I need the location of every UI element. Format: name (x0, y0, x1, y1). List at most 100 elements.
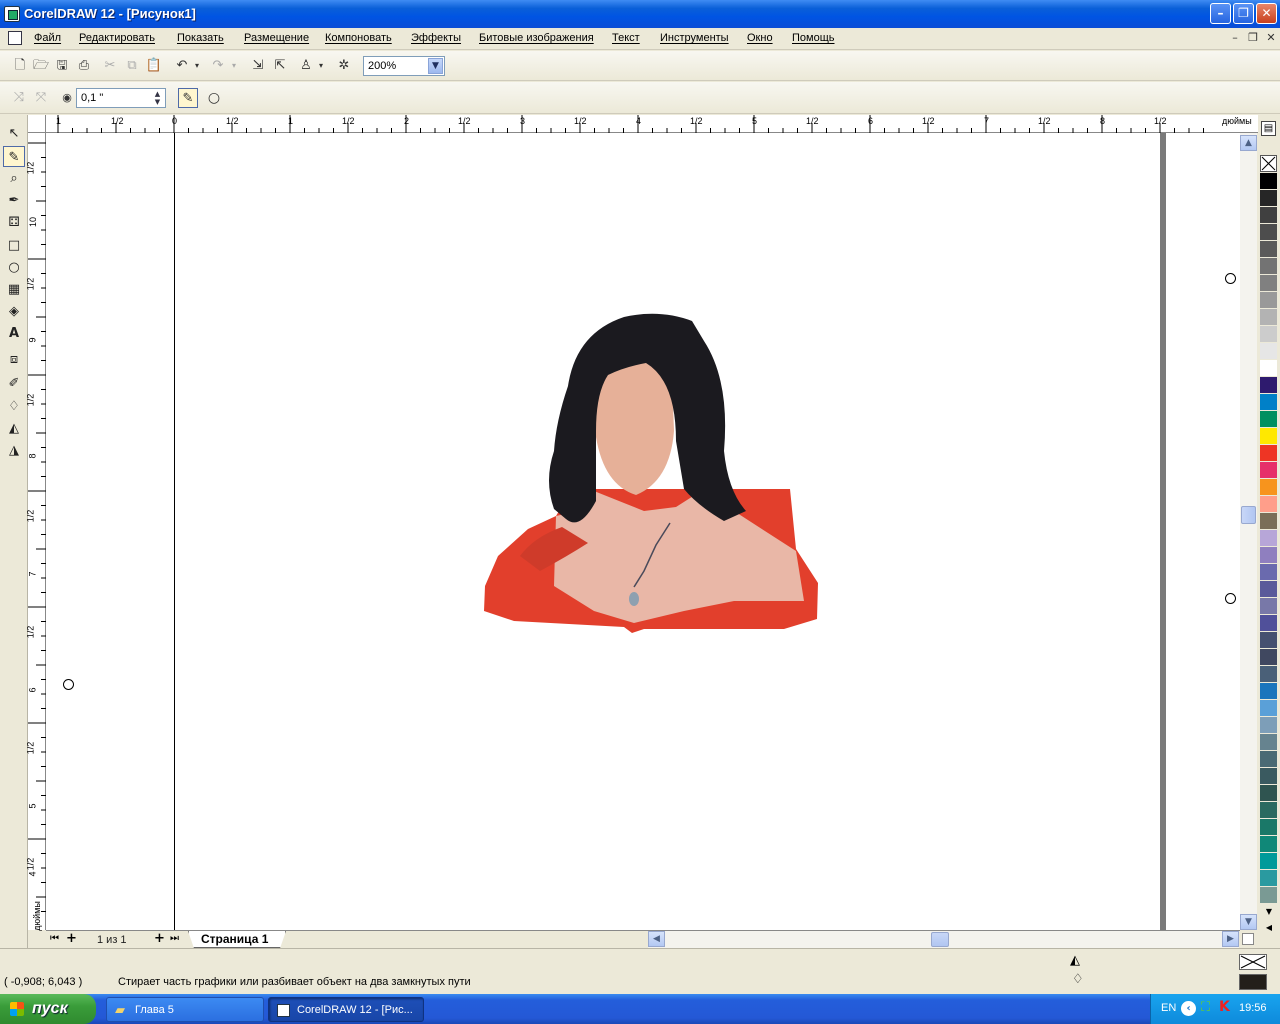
color-swatch[interactable] (1260, 564, 1277, 581)
menu-tools[interactable]: Инструменты (660, 32, 729, 44)
horizontal-ruler[interactable]: 1 1/2 0 1/2 1 1/2 2 1/2 3 1/2 4 1/2 5 1/… (46, 115, 1258, 133)
color-swatch[interactable] (1260, 734, 1277, 751)
color-swatch[interactable] (1260, 411, 1277, 428)
color-swatch[interactable] (1260, 207, 1277, 224)
color-swatch[interactable] (1260, 258, 1277, 275)
vertical-ruler[interactable]: 1/2 10 1/2 9 1/2 8 1/2 7 1/2 6 1/2 5 1/2… (25, 133, 46, 931)
color-swatch[interactable] (1260, 802, 1277, 819)
color-swatch[interactable] (1260, 853, 1277, 870)
print-icon[interactable]: ⎙ (74, 56, 94, 76)
color-swatch[interactable] (1260, 479, 1277, 496)
paste-icon[interactable]: 📋 (144, 56, 164, 76)
menu-edit[interactable]: Редактировать (79, 32, 155, 44)
color-swatch[interactable] (1260, 785, 1277, 802)
color-swatch[interactable] (1260, 360, 1277, 377)
color-swatch[interactable] (1260, 768, 1277, 785)
color-swatch[interactable] (1260, 649, 1277, 666)
vertical-scrollbar[interactable]: ▲ ▼ (1240, 133, 1257, 930)
doc-minimize-icon[interactable]: – (1228, 31, 1242, 45)
redo-dropdown-icon[interactable]: ▾ (229, 56, 239, 76)
tray-expand-icon[interactable]: ‹ (1181, 1001, 1196, 1016)
menu-effects[interactable]: Эффекты (411, 32, 461, 44)
close-button[interactable]: ✕ (1256, 3, 1277, 24)
menu-help[interactable]: Помощь (792, 32, 835, 44)
color-swatch[interactable] (1260, 836, 1277, 853)
erase-mode-icon[interactable]: ⤧ (31, 88, 51, 108)
application-launcher-icon[interactable]: ♙ (296, 56, 316, 76)
color-swatch[interactable] (1260, 887, 1277, 904)
copy-icon[interactable]: ⧉ (122, 56, 142, 76)
fill-indicator-icon[interactable]: ◭ (1070, 953, 1080, 968)
start-button[interactable]: пуск (0, 994, 96, 1024)
zoom-tool-icon[interactable]: ⌕ (3, 168, 25, 189)
undo-icon[interactable]: ↶ (172, 56, 192, 76)
color-swatch[interactable] (1260, 547, 1277, 564)
taskbar-coreldraw-button[interactable]: CorelDRAW 12 - [Рис... (268, 997, 424, 1022)
selection-handle[interactable] (1225, 273, 1236, 284)
first-page-icon[interactable]: ⏮ (50, 933, 59, 944)
outline-indicator-icon[interactable]: ♢ (1072, 972, 1084, 987)
menu-file[interactable]: Файл (34, 32, 61, 44)
import-icon[interactable]: ⇲ (248, 56, 268, 76)
doc-close-icon[interactable]: ✕ (1264, 31, 1278, 45)
color-swatch[interactable] (1260, 326, 1277, 343)
graph-paper-tool-icon[interactable]: ▦ (3, 279, 25, 300)
color-swatch[interactable] (1260, 462, 1277, 479)
horizontal-scroll-thumb[interactable] (931, 932, 949, 947)
pick-tool-icon[interactable]: ↖ (3, 123, 25, 144)
color-swatch[interactable] (1260, 632, 1277, 649)
fill-tool-icon[interactable]: ◭ (3, 418, 25, 439)
spinner-icon[interactable]: ▲ ▼ (151, 90, 164, 106)
color-swatch[interactable] (1260, 343, 1277, 360)
eraser-tool-icon[interactable]: ✎ (3, 146, 25, 167)
outline-tool-icon[interactable]: ♢ (3, 396, 25, 417)
color-swatch[interactable] (1260, 581, 1277, 598)
color-swatch[interactable] (1260, 598, 1277, 615)
cut-icon[interactable]: ✂ (100, 56, 120, 76)
outline-color-swatch[interactable] (1239, 974, 1267, 990)
color-swatch[interactable] (1260, 292, 1277, 309)
portrait-photo[interactable] (484, 311, 820, 637)
menu-text[interactable]: Текст (612, 32, 640, 44)
launcher-dropdown-icon[interactable]: ▾ (316, 56, 326, 76)
drawing-canvas[interactable] (46, 133, 1240, 930)
color-swatch[interactable] (1260, 428, 1277, 445)
no-color-swatch[interactable] (1260, 155, 1277, 172)
menu-bitmaps[interactable]: Битовые изображения (479, 32, 594, 44)
document-icon[interactable] (8, 31, 22, 45)
minimize-button[interactable]: – (1210, 3, 1231, 24)
auto-reduce-icon[interactable]: ⤨ (9, 88, 29, 108)
last-page-icon[interactable]: ⏭ (170, 933, 179, 944)
interactive-fill-tool-icon[interactable]: ◮ (3, 440, 25, 461)
open-icon[interactable]: 🗁 (31, 56, 51, 76)
maximize-button[interactable]: ❐ (1233, 3, 1254, 24)
color-swatch[interactable] (1260, 513, 1277, 530)
color-swatch[interactable] (1260, 530, 1277, 547)
menu-layout[interactable]: Размещение (244, 32, 309, 44)
color-swatch[interactable] (1260, 394, 1277, 411)
selection-handle[interactable] (63, 679, 74, 690)
color-swatch[interactable] (1260, 717, 1277, 734)
save-icon[interactable]: 🖫 (52, 56, 72, 76)
color-swatch[interactable] (1260, 241, 1277, 258)
color-swatch[interactable] (1260, 496, 1277, 513)
palette-scroll-down-icon[interactable]: ▼ (1262, 905, 1276, 919)
color-swatch[interactable] (1260, 190, 1277, 207)
color-swatch[interactable] (1260, 224, 1277, 241)
color-swatch[interactable] (1260, 700, 1277, 717)
color-swatch[interactable] (1260, 683, 1277, 700)
page-tab[interactable]: Страница 1 (188, 931, 286, 948)
rectangle-tool-icon[interactable]: □ (3, 235, 25, 256)
antivirus-icon[interactable]: K (1219, 999, 1230, 1015)
zoom-combo[interactable]: 200% ▼ (363, 56, 445, 76)
color-swatch[interactable] (1260, 615, 1277, 632)
network-icon[interactable]: ⛶ (1201, 1000, 1210, 1015)
eraser-shape-circle-icon[interactable]: ○ (204, 88, 224, 108)
export-icon[interactable]: ⇱ (270, 56, 290, 76)
fill-color-swatch[interactable] (1239, 954, 1267, 970)
interactive-blend-tool-icon[interactable]: ⧈ (3, 349, 25, 370)
color-swatch[interactable] (1260, 819, 1277, 836)
eyedropper-tool-icon[interactable]: ✐ (3, 373, 25, 394)
ruler-origin[interactable] (28, 115, 46, 133)
language-indicator[interactable]: EN (1161, 1002, 1176, 1014)
